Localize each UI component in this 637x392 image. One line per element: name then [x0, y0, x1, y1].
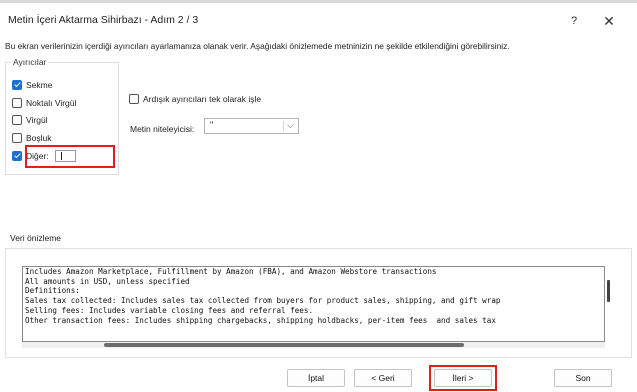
cancel-button[interactable]: İptal — [287, 369, 345, 387]
checkbox-space[interactable]: Boşluk — [12, 131, 52, 145]
checkbox-other-box[interactable] — [12, 151, 22, 161]
select-separator — [283, 121, 284, 131]
wizard-description: Bu ekran verilerinizin içerdiği ayırıcıl… — [5, 41, 510, 51]
preview-line: Includes Amazon Marketplace, Fulfillment… — [25, 267, 437, 276]
checkbox-space-box[interactable] — [12, 133, 22, 143]
checkbox-tab[interactable]: Sekme — [12, 78, 52, 92]
checkbox-consecutive[interactable]: Ardışık ayırıcıları tek olarak işle — [129, 94, 261, 104]
finish-button[interactable]: Son — [554, 369, 612, 387]
highlight-other-delimiter — [25, 145, 115, 168]
data-preview[interactable]: Includes Amazon Marketplace, Fulfillment… — [22, 266, 605, 342]
checkbox-semicolon[interactable]: Noktalı Virgül — [12, 96, 76, 110]
checkbox-consecutive-box[interactable] — [129, 94, 139, 104]
title-bar: Metin İçeri Aktarma Sihirbazı - Adım 2 /… — [0, 3, 637, 33]
checkbox-semicolon-label[interactable]: Noktalı Virgül — [26, 98, 76, 108]
window-title: Metin İçeri Aktarma Sihirbazı - Adım 2 /… — [8, 14, 199, 26]
checkbox-tab-box[interactable] — [12, 80, 22, 90]
preview-line: Other transaction fees: Includes shippin… — [25, 315, 496, 325]
text-qualifier-select[interactable]: " ⌵ — [204, 118, 299, 134]
delimiters-group-label: Ayırıcılar — [11, 57, 49, 67]
horizontal-scroll-thumb[interactable] — [104, 343, 464, 347]
checkbox-space-label[interactable]: Boşluk — [26, 133, 52, 143]
preview-line: Definitions: — [25, 286, 80, 296]
checkbox-consecutive-label[interactable]: Ardışık ayırıcıları tek olarak işle — [143, 94, 261, 104]
checkbox-semicolon-box[interactable] — [12, 98, 22, 108]
highlight-next-button — [429, 365, 497, 391]
preview-line: Sales tax collected: Includes sales tax … — [25, 296, 501, 306]
preview-line: All amounts in USD, unless specified — [25, 276, 190, 286]
text-qualifier-label: Metin niteleyicisi: — [130, 124, 195, 134]
checkbox-tab-label[interactable]: Sekme — [26, 80, 52, 90]
close-button[interactable]: ✕ — [596, 10, 622, 32]
vertical-scroll-thumb[interactable] — [607, 280, 610, 302]
checkbox-comma-label[interactable]: Virgül — [26, 115, 48, 125]
checkbox-comma-box[interactable] — [12, 115, 22, 125]
checkbox-comma[interactable]: Virgül — [12, 113, 48, 127]
text-qualifier-value: " — [210, 120, 214, 130]
help-button[interactable]: ? — [562, 10, 586, 32]
preview-label: Veri önizleme — [8, 233, 64, 243]
preview-line: Selling fees: Includes variable closing … — [25, 305, 314, 315]
back-button[interactable]: < Geri — [354, 369, 412, 387]
chevron-down-icon[interactable]: ⌵ — [287, 120, 294, 131]
